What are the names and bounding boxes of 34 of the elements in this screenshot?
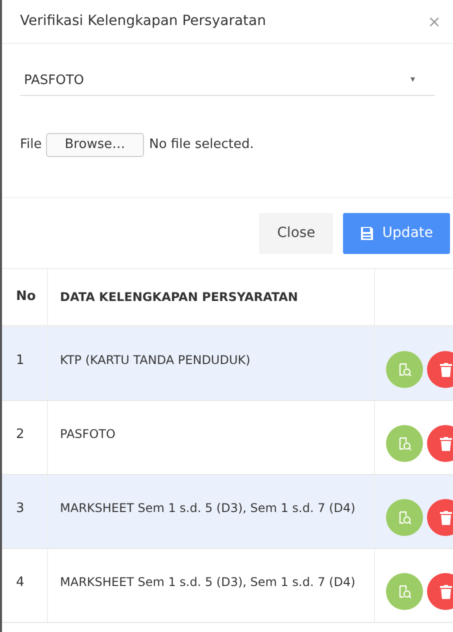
trash-icon (440, 584, 452, 598)
table-cell: KTP (KARTU TANDA PENDUDUK) (60, 353, 250, 367)
select-field[interactable]: PASFOTO ▾ (20, 66, 435, 96)
delete-button[interactable] (427, 351, 453, 388)
column-header: DATA KELENGKAPAN PERSYARATAN (47, 269, 374, 325)
trash-icon (440, 510, 452, 524)
file-status: No file selected. (149, 136, 254, 154)
view-button[interactable] (386, 499, 423, 536)
column-header: No (15, 288, 37, 306)
close-button[interactable]: Close (259, 213, 334, 254)
table-cell: 1 (16, 353, 24, 368)
table-cell: PASFOTO (60, 427, 116, 441)
table-cell: 4 (16, 575, 24, 590)
document-search-icon (398, 510, 412, 524)
view-button[interactable] (386, 425, 423, 462)
delete-button[interactable] (427, 573, 453, 610)
delete-button[interactable] (427, 425, 453, 462)
table-cell: 3 (16, 501, 24, 516)
document-search-icon (398, 584, 412, 598)
table-cell: MARKSHEET Sem 1 s.d. 5 (D3), Sem 1 s.d. 7 (D4) (60, 575, 356, 589)
document-search-icon (398, 436, 412, 450)
browse-button[interactable]: Browse… (46, 133, 144, 157)
table-cell: 2 (16, 427, 24, 442)
dialog-title: Verifikasi Kelengkapan Persyaratan (20, 12, 266, 31)
view-button[interactable] (386, 351, 423, 388)
trash-icon (440, 362, 452, 376)
view-button[interactable] (386, 573, 423, 610)
document-search-icon (398, 362, 412, 376)
save-icon (360, 226, 374, 241)
trash-icon (440, 436, 452, 450)
delete-button[interactable] (427, 499, 453, 536)
file-label: File (20, 136, 42, 154)
caret-icon: ▾ (410, 74, 415, 88)
table-cell: MARKSHEET Sem 1 s.d. 5 (D3), Sem 1 s.d. 7 (D4) (60, 501, 356, 515)
